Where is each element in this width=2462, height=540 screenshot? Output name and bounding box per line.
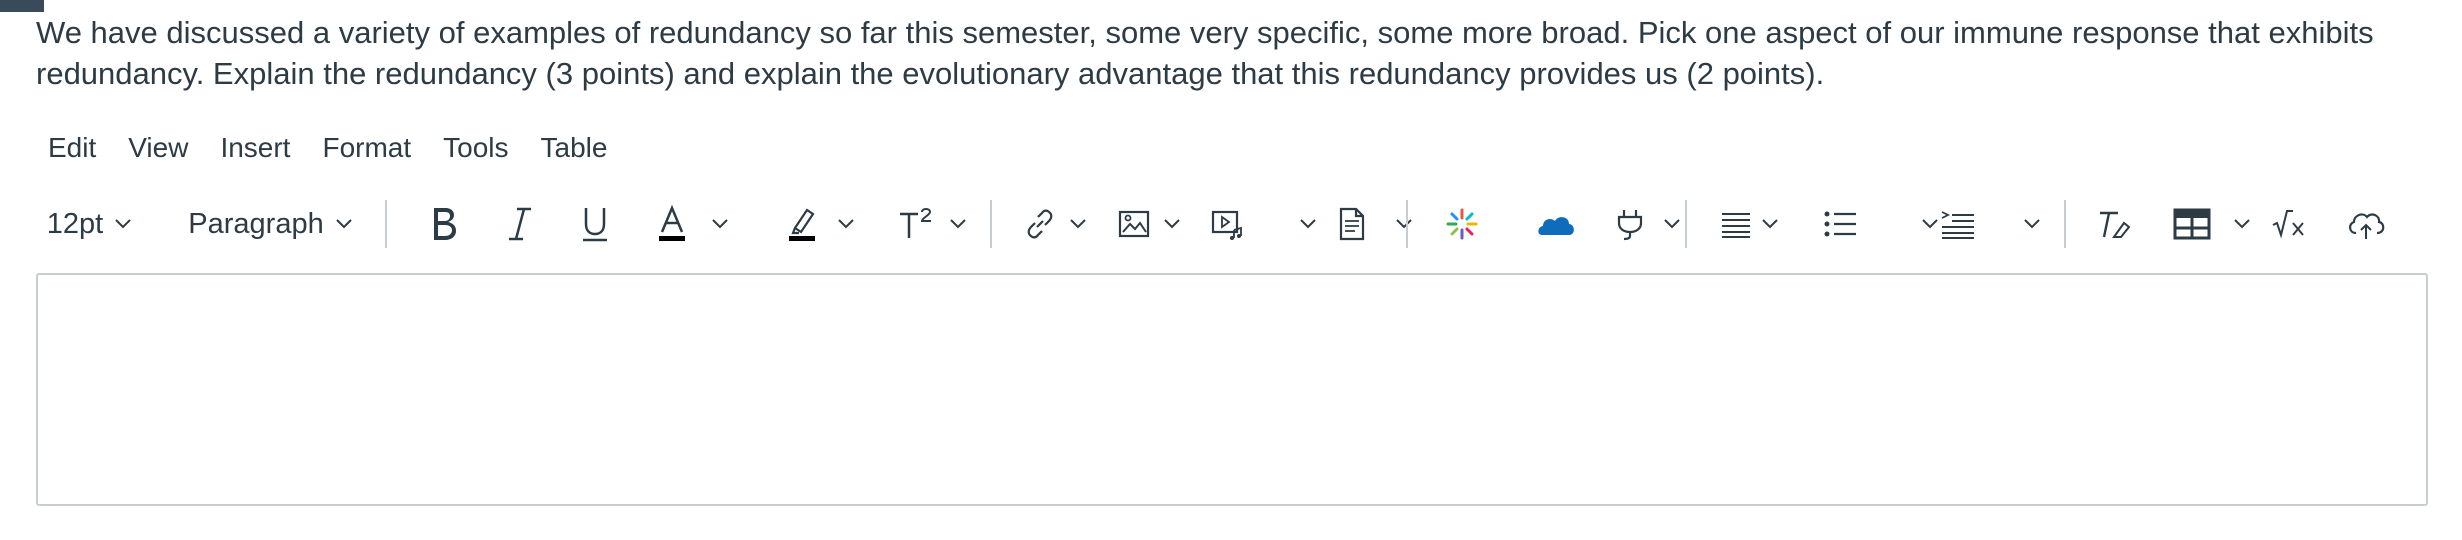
plug-icon: [1617, 210, 1643, 241]
question-text: We have discussed a variety of examples …: [36, 15, 2374, 91]
menu-insert[interactable]: Insert: [208, 132, 302, 164]
font-size-value: 12pt: [46, 207, 104, 240]
chevron-down-icon[interactable]: [1662, 214, 1682, 234]
block-format-select[interactable]: Paragraph: [186, 192, 356, 256]
align-icon: [1722, 213, 1750, 238]
chevron-down-icon[interactable]: [1068, 214, 1088, 234]
chevron-down-icon[interactable]: [2232, 214, 2252, 234]
menu-view[interactable]: View: [116, 132, 200, 164]
menu-edit[interactable]: Edit: [36, 132, 108, 164]
toolbar-separator: [1406, 200, 1408, 248]
rich-text-editor[interactable]: [36, 273, 2428, 506]
chevron-down-icon[interactable]: [2022, 214, 2042, 234]
media-icon: [1211, 210, 1242, 240]
image-button[interactable]: [1106, 192, 1162, 256]
bullet-list-button[interactable]: [1812, 192, 1868, 256]
text-color-icon: [659, 204, 685, 241]
align-button[interactable]: [1708, 192, 1764, 256]
chevron-down-icon[interactable]: [1298, 214, 1318, 234]
bullet-list-icon: [1824, 211, 1856, 237]
text-color-button[interactable]: [644, 192, 700, 256]
clear-formatting-icon: [2100, 211, 2131, 238]
table-button[interactable]: [2164, 192, 2220, 256]
cloud-icon: [2349, 213, 2385, 239]
font-size-select[interactable]: 12pt: [40, 192, 140, 256]
chevron-down-icon[interactable]: [836, 214, 856, 234]
chevron-down-icon[interactable]: [1162, 214, 1182, 234]
menubar: Edit View Insert Format Tools Table: [36, 128, 627, 168]
block-format-value: Paragraph: [188, 207, 324, 240]
toolbar-separator: [2064, 200, 2066, 248]
link-button[interactable]: [1012, 192, 1068, 256]
superscript-icon: [900, 208, 932, 238]
media-button[interactable]: [1200, 192, 1256, 256]
toolbar: 12pt Paragraph: [40, 192, 2420, 256]
underline-icon: [583, 208, 607, 242]
document-button[interactable]: [1324, 192, 1380, 256]
toolbar-separator: [385, 200, 387, 248]
highlight-button[interactable]: [774, 192, 830, 256]
equation-button[interactable]: [2262, 192, 2318, 256]
toolbar-separator: [990, 200, 992, 248]
chevron-down-icon[interactable]: [948, 214, 968, 234]
menu-format[interactable]: Format: [310, 132, 423, 164]
chevron-down-icon[interactable]: [1760, 214, 1780, 234]
link-icon: [1027, 209, 1053, 239]
corner-mark: [0, 0, 44, 12]
chevron-down-icon[interactable]: [1394, 214, 1414, 234]
onedrive-icon: [1538, 217, 1574, 235]
apps-icon: [1446, 208, 1478, 240]
bold-icon: [434, 208, 456, 240]
equation-icon: [2272, 210, 2304, 239]
superscript-button[interactable]: [886, 192, 946, 256]
toolbar-separator: [1685, 200, 1687, 248]
document-icon: [1339, 207, 1365, 241]
clear-formatting-button[interactable]: [2086, 192, 2142, 256]
highlight-icon: [789, 208, 815, 241]
chevron-down-icon: [336, 219, 352, 229]
onedrive-button[interactable]: [1526, 192, 1586, 256]
chevron-down-icon[interactable]: [710, 214, 730, 234]
underline-button[interactable]: [567, 192, 623, 256]
indent-icon: [1941, 211, 1974, 239]
image-icon: [1118, 210, 1150, 238]
menu-tools[interactable]: Tools: [431, 132, 520, 164]
apps-button[interactable]: [1434, 192, 1490, 256]
italic-button[interactable]: [492, 192, 548, 256]
chevron-down-icon: [115, 219, 131, 229]
cloud-button[interactable]: [2336, 192, 2396, 256]
menu-table[interactable]: Table: [529, 132, 620, 164]
plug-button[interactable]: [1602, 192, 1658, 256]
italic-icon: [509, 207, 531, 241]
bold-button[interactable]: [416, 192, 472, 256]
indent-button[interactable]: [1930, 192, 1986, 256]
table-icon: [2173, 208, 2211, 240]
